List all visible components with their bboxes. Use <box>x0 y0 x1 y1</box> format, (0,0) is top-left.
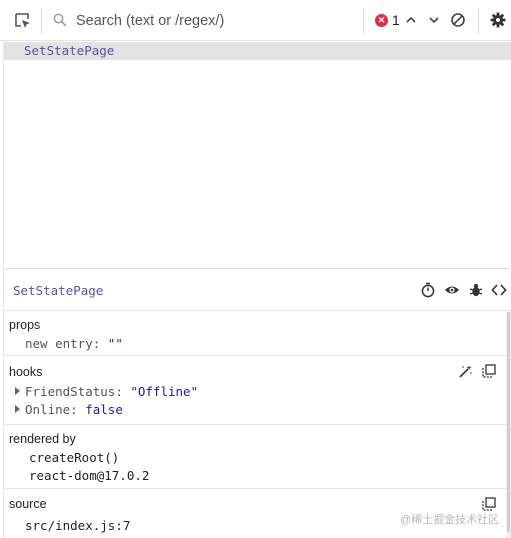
eye-icon[interactable] <box>444 282 460 298</box>
copy-icon[interactable] <box>482 364 496 383</box>
prop-value[interactable]: "" <box>108 336 123 351</box>
error-icon: ✕ <box>375 14 388 27</box>
hook-colon: : <box>115 384 131 399</box>
hook-row[interactable]: Online: false <box>25 402 123 417</box>
props-title: props <box>9 318 41 332</box>
expand-arrow-icon[interactable] <box>15 405 20 413</box>
expand-arrow-icon[interactable] <box>15 387 20 395</box>
tree-component-name: SetStatePage <box>24 43 115 58</box>
tree-row-selected[interactable]: SetStatePage <box>4 42 511 60</box>
rendered-by-title: rendered by <box>9 432 76 446</box>
scrollbar-thumb[interactable] <box>507 312 510 532</box>
inspector-scrollbar[interactable] <box>506 310 511 538</box>
chevron-down-icon[interactable] <box>425 11 443 29</box>
toolbar: ✕ 1 <box>0 0 511 41</box>
clear-icon[interactable] <box>449 11 467 29</box>
component-tree: SetStatePage <box>3 41 511 268</box>
props-section: props new entry: "" <box>4 312 506 356</box>
hook-key: Online <box>25 402 71 417</box>
rendered-by-section: rendered by createRoot() react-dom@17.0.… <box>4 426 506 489</box>
select-element-icon[interactable] <box>14 12 32 30</box>
search-icon <box>53 13 67 27</box>
error-count: 1 <box>392 12 400 28</box>
prop-colon: : <box>92 336 108 351</box>
stopwatch-icon[interactable] <box>420 282 436 298</box>
code-icon[interactable] <box>491 282 507 298</box>
hooks-title: hooks <box>9 365 43 379</box>
magic-wand-icon[interactable] <box>458 364 473 384</box>
source-title: source <box>9 497 47 511</box>
hook-key: FriendStatus <box>25 384 116 399</box>
toolbar-divider <box>363 8 364 33</box>
hooks-section: hooks FriendStatus: "Offline" Online: fa… <box>4 357 506 425</box>
gear-icon[interactable] <box>489 11 507 29</box>
hook-value: "Offline" <box>130 384 199 399</box>
bug-icon[interactable] <box>468 282 484 298</box>
hook-row[interactable]: FriendStatus: "Offline" <box>25 384 198 399</box>
hook-colon: : <box>70 402 86 417</box>
search-input[interactable] <box>76 11 356 31</box>
watermark: @稀土掘金技术社区 <box>400 514 500 526</box>
toolbar-divider <box>41 8 42 33</box>
inspector-header: SetStatePage <box>4 269 510 311</box>
inspected-component-name: SetStatePage <box>13 283 104 298</box>
renderer-item[interactable]: createRoot() <box>29 450 119 465</box>
prop-row[interactable]: new entry: "" <box>25 336 123 351</box>
toolbar-divider <box>478 8 479 33</box>
source-location[interactable]: src/index.js:7 <box>25 518 130 533</box>
inspector-panel: SetStatePage props new entry: "" hooks F… <box>3 268 510 538</box>
hook-value[interactable]: false <box>85 402 123 417</box>
renderer-item: react-dom@17.0.2 <box>29 468 150 483</box>
chevron-up-icon[interactable] <box>402 11 420 29</box>
prop-key: new entry <box>25 336 93 351</box>
